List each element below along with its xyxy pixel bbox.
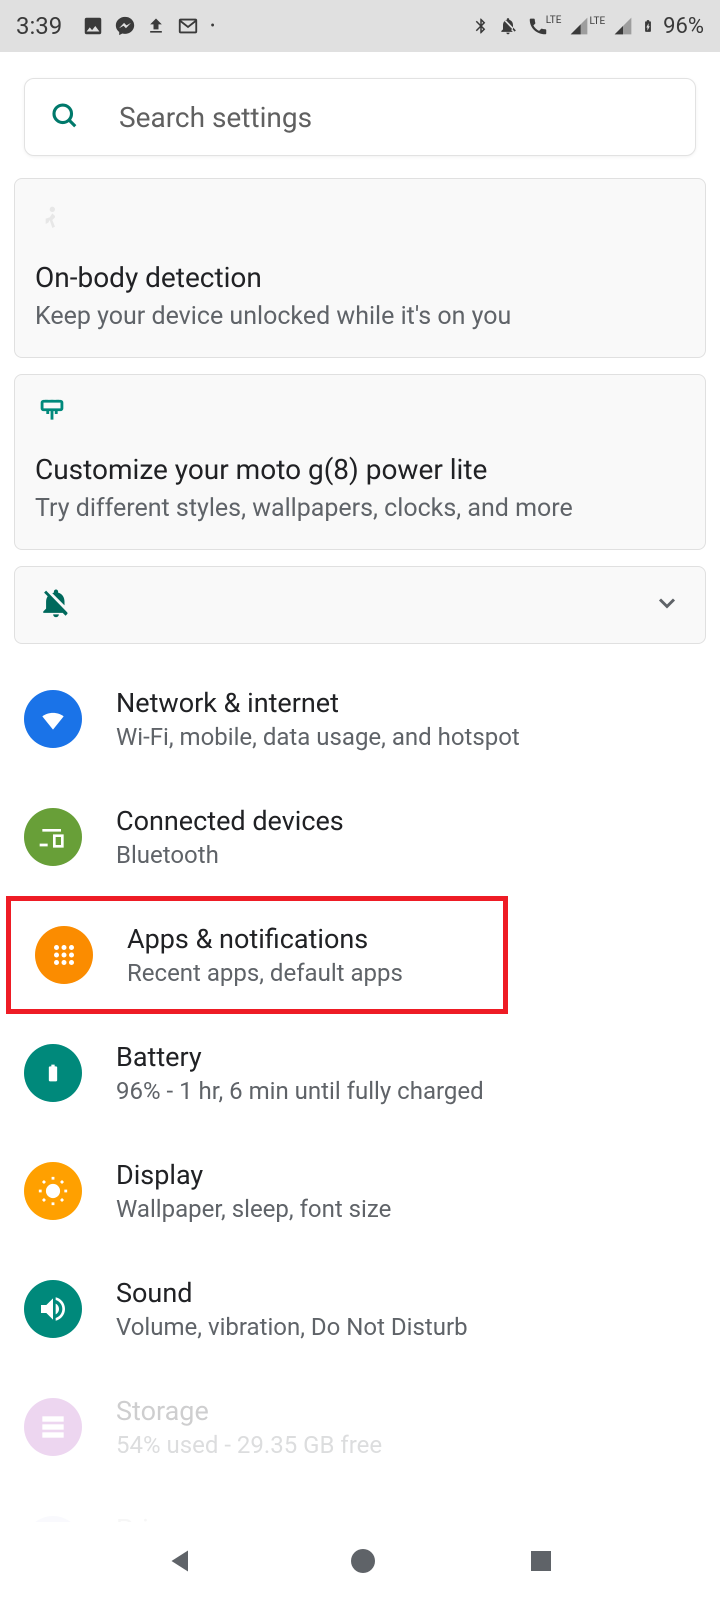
volte-icon: LTE bbox=[526, 15, 562, 37]
dot-icon: • bbox=[210, 18, 215, 34]
search-settings[interactable]: Search settings bbox=[24, 78, 696, 156]
row-sub: Bluetooth bbox=[116, 841, 344, 869]
nav-recent-button[interactable] bbox=[526, 1546, 556, 1576]
dnd-icon bbox=[498, 15, 518, 37]
fade-overlay bbox=[0, 1382, 720, 1522]
row-battery[interactable]: Battery 96% - 1 hr, 6 min until fully ch… bbox=[0, 1014, 720, 1132]
settings-scroll[interactable]: Search settings On-body detection Keep y… bbox=[0, 52, 720, 1522]
devices-icon bbox=[24, 808, 82, 866]
row-title: Connected devices bbox=[116, 805, 344, 837]
apps-icon bbox=[35, 926, 93, 984]
row-title: Apps & notifications bbox=[127, 923, 403, 955]
bluetooth-icon bbox=[472, 15, 490, 37]
card-customize[interactable]: Customize your moto g(8) power lite Try … bbox=[14, 374, 706, 550]
nav-home-button[interactable] bbox=[347, 1545, 379, 1577]
row-network[interactable]: Network & internet Wi-Fi, mobile, data u… bbox=[0, 660, 720, 778]
upload-icon bbox=[146, 15, 166, 37]
row-connected-devices[interactable]: Connected devices Bluetooth bbox=[0, 778, 720, 896]
status-time: 3:39 bbox=[16, 12, 62, 40]
card-sub: Keep your device unlocked while it's on … bbox=[35, 302, 685, 331]
status-bar: 3:39 • LTE LTE 96% bbox=[0, 0, 720, 52]
row-apps-notifications[interactable]: Apps & notifications Recent apps, defaul… bbox=[6, 896, 508, 1014]
messenger-icon bbox=[114, 15, 136, 37]
card-collapsed-dnd[interactable] bbox=[14, 566, 706, 644]
signal-icon-2 bbox=[613, 16, 633, 36]
image-icon bbox=[82, 15, 104, 37]
battery-icon bbox=[641, 15, 655, 37]
row-sub: Wi-Fi, mobile, data usage, and hotspot bbox=[116, 723, 520, 751]
battery-full-icon bbox=[24, 1044, 82, 1102]
row-sub: Wallpaper, sleep, font size bbox=[116, 1195, 391, 1223]
row-title: Display bbox=[116, 1159, 391, 1191]
bell-off-icon bbox=[39, 586, 73, 624]
walk-icon bbox=[35, 201, 67, 239]
card-on-body-detection[interactable]: On-body detection Keep your device unloc… bbox=[14, 178, 706, 358]
gmail-icon bbox=[176, 15, 200, 37]
chevron-down-icon bbox=[653, 589, 681, 621]
row-title: Sound bbox=[116, 1277, 468, 1309]
row-sub: 96% - 1 hr, 6 min until fully charged bbox=[116, 1077, 484, 1105]
search-placeholder: Search settings bbox=[119, 101, 312, 134]
row-sub: Volume, vibration, Do Not Disturb bbox=[116, 1313, 468, 1341]
card-title: Customize your moto g(8) power lite bbox=[35, 453, 685, 486]
card-sub: Try different styles, wallpapers, clocks… bbox=[35, 494, 685, 523]
search-icon bbox=[49, 100, 79, 134]
nav-back-button[interactable] bbox=[164, 1543, 200, 1579]
brightness-icon bbox=[24, 1162, 82, 1220]
card-title: On-body detection bbox=[35, 261, 685, 294]
row-sub: Recent apps, default apps bbox=[127, 959, 403, 987]
row-display[interactable]: Display Wallpaper, sleep, font size bbox=[0, 1132, 720, 1250]
row-sound[interactable]: Sound Volume, vibration, Do Not Disturb bbox=[0, 1250, 720, 1368]
nav-bar bbox=[0, 1522, 720, 1600]
row-title: Battery bbox=[116, 1041, 484, 1073]
battery-text: 96% bbox=[663, 14, 704, 39]
signal-icon-1: LTE bbox=[569, 16, 605, 36]
paint-icon bbox=[35, 397, 69, 431]
wifi-icon bbox=[24, 690, 82, 748]
sound-icon bbox=[24, 1280, 82, 1338]
row-title: Network & internet bbox=[116, 687, 520, 719]
